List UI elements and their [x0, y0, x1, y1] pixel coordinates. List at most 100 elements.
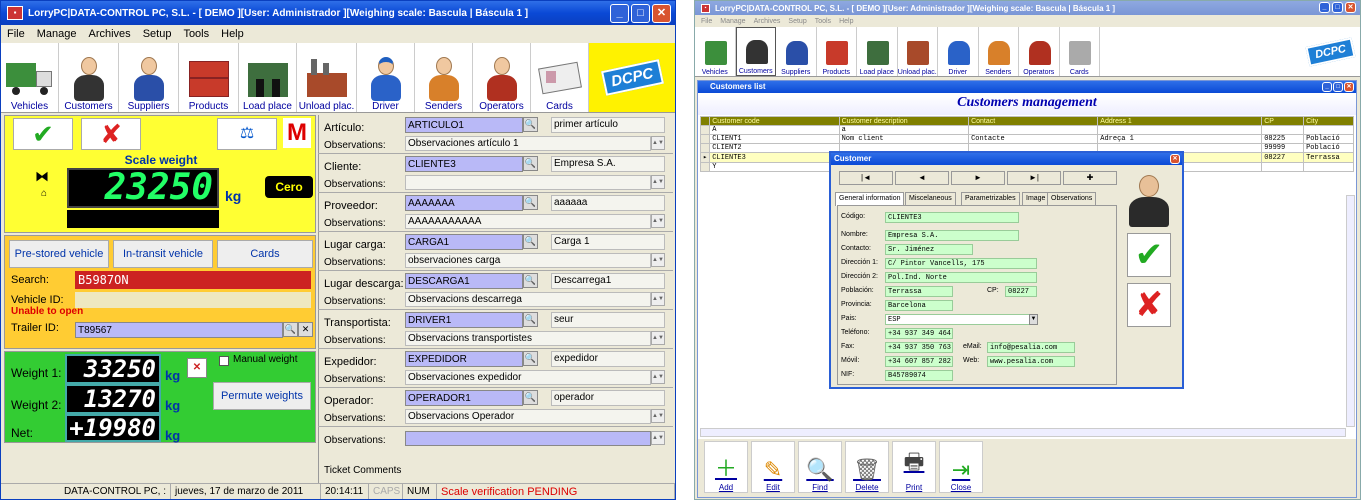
- minimize-button[interactable]: _: [610, 4, 629, 23]
- tab-3[interactable]: Image: [1022, 192, 1050, 205]
- nav-button[interactable]: ◄: [895, 171, 949, 185]
- row-selector[interactable]: [699, 134, 711, 144]
- transportista-search-icon[interactable]: 🔍: [523, 312, 538, 327]
- menu-file[interactable]: File: [7, 28, 25, 40]
- right-tool-unload-place[interactable]: Unload plac.: [898, 27, 938, 76]
- proveedor-code-input[interactable]: AAAAAAA: [405, 195, 523, 211]
- codigo-field[interactable]: CLIENTE3: [885, 212, 1019, 223]
- right-tool-driver[interactable]: Driver: [938, 27, 979, 76]
- find-button[interactable]: 🔍 Find: [798, 441, 842, 493]
- operador-code-input[interactable]: OPERADOR1: [405, 390, 523, 406]
- dialog-cancel-button[interactable]: ✘: [1127, 283, 1171, 327]
- print-button[interactable]: 🖶 Print: [892, 441, 936, 493]
- web-field[interactable]: www.pesalia.com: [987, 356, 1075, 367]
- cards-button[interactable]: Cards: [217, 240, 313, 268]
- cp-field[interactable]: 08227: [1005, 286, 1037, 297]
- tab-2[interactable]: Parametrizables: [961, 192, 1020, 205]
- search-input[interactable]: B5987ON: [75, 271, 311, 289]
- right-tool-customers[interactable]: Customers: [735, 27, 776, 76]
- nav-button[interactable]: ►|: [1007, 171, 1061, 185]
- list-maximize-button[interactable]: □: [1333, 82, 1343, 92]
- zero-button[interactable]: Cero: [265, 176, 313, 198]
- dir2-field[interactable]: Pol.Ind. Norte: [885, 272, 1037, 283]
- nav-button[interactable]: |◄: [839, 171, 893, 185]
- trailer-clear-icon[interactable]: ✕: [298, 322, 313, 337]
- right-close-button[interactable]: ✕: [1345, 2, 1356, 13]
- nav-button[interactable]: ✚: [1063, 171, 1117, 185]
- pais-field[interactable]: ESP: [885, 314, 1037, 325]
- grid-column-header[interactable]: Customer code: [709, 116, 840, 126]
- delete-button[interactable]: 🗑 Delete: [845, 441, 889, 493]
- right-tool-operators[interactable]: Operators: [1019, 27, 1060, 76]
- table-row[interactable]: Aa: [699, 125, 1354, 135]
- right-tool-load-place[interactable]: Load place: [857, 27, 898, 76]
- menu-manage[interactable]: Manage: [37, 28, 77, 40]
- lugar-carga-observations-scroll[interactable]: ▲▼: [651, 253, 665, 267]
- articulo-code-input[interactable]: ARTICULO1: [405, 117, 523, 133]
- table-row[interactable]: CLIENT1 Nom client Contacte Adreça 1 08225 Po…: [699, 134, 1354, 144]
- trailer-id-input[interactable]: T89567: [75, 322, 283, 338]
- transportista-code-input[interactable]: DRIVER1: [405, 312, 523, 328]
- articulo-observations-input[interactable]: Observaciones artículo 1: [405, 136, 651, 151]
- pais-dropdown-icon[interactable]: ▼: [1029, 314, 1038, 325]
- lugar-carga-observations-input[interactable]: observaciones carga: [405, 253, 651, 268]
- scale-icon[interactable]: ⚖: [217, 118, 277, 150]
- tool-load-place[interactable]: Load place: [239, 43, 297, 112]
- accept-button[interactable]: ✔: [13, 118, 73, 150]
- maximize-button[interactable]: □: [631, 4, 650, 23]
- list-minimize-button[interactable]: _: [1322, 82, 1332, 92]
- transportista-observations-scroll[interactable]: ▲▼: [651, 331, 665, 345]
- grid-scrollbar[interactable]: [700, 428, 1346, 437]
- cancel-button[interactable]: ✘: [81, 118, 141, 150]
- row-selector[interactable]: [699, 125, 711, 135]
- add-button[interactable]: ＋ Add: [704, 441, 748, 493]
- lugar-descarga-observations-scroll[interactable]: ▲▼: [651, 292, 665, 306]
- grid-column-header[interactable]: CP: [1261, 116, 1305, 126]
- cliente-observations-scroll[interactable]: ▲▼: [651, 175, 665, 189]
- right-maximize-button[interactable]: □: [1332, 2, 1343, 13]
- menu-tools[interactable]: Tools: [183, 28, 209, 40]
- grid-column-header[interactable]: City: [1303, 116, 1354, 126]
- movil-field[interactable]: +34 607 857 282: [885, 356, 953, 367]
- articulo-search-icon[interactable]: 🔍: [523, 117, 538, 132]
- right-tool-suppliers[interactable]: Suppliers: [776, 27, 817, 76]
- expedidor-code-input[interactable]: EXPEDIDOR: [405, 351, 523, 367]
- right-menu-help[interactable]: Help: [839, 18, 853, 25]
- expedidor-observations-scroll[interactable]: ▲▼: [651, 370, 665, 384]
- final-observations-scroll[interactable]: ▲▼: [651, 431, 665, 445]
- proveedor-observations-input[interactable]: AAAAAAAAAAA: [405, 214, 651, 229]
- right-menu-tools[interactable]: Tools: [815, 18, 831, 25]
- customer-dialog-close[interactable]: ✕: [1170, 154, 1180, 164]
- close-button[interactable]: ⇥ Close: [939, 441, 983, 493]
- vehicle-id-field[interactable]: [75, 292, 311, 308]
- right-menu-archives[interactable]: Archives: [754, 18, 781, 25]
- grid-column-header[interactable]: Customer description: [838, 116, 970, 126]
- articulo-observations-scroll[interactable]: ▲▼: [651, 136, 665, 150]
- tab-4[interactable]: Observations: [1047, 192, 1097, 205]
- lugar-carga-code-input[interactable]: CARGA1: [405, 234, 523, 250]
- cliente-search-icon[interactable]: 🔍: [523, 156, 538, 171]
- right-tool-products[interactable]: Products: [817, 27, 857, 76]
- lugar-carga-search-icon[interactable]: 🔍: [523, 234, 538, 249]
- lugar-descarga-observations-input[interactable]: Observacions descarrega: [405, 292, 651, 307]
- grid-column-header[interactable]: Contact: [968, 116, 1099, 126]
- expedidor-search-icon[interactable]: 🔍: [523, 351, 538, 366]
- right-tool-cards[interactable]: Cards: [1060, 27, 1100, 76]
- menu-help[interactable]: Help: [221, 28, 244, 40]
- lugar-descarga-code-input[interactable]: DESCARGA1: [405, 273, 523, 289]
- right-menu-manage[interactable]: Manage: [720, 18, 745, 25]
- final-observations-input[interactable]: [405, 431, 651, 446]
- menu-archives[interactable]: Archives: [89, 28, 131, 40]
- manual-weight-checkbox[interactable]: [219, 356, 229, 366]
- cliente-observations-input[interactable]: [405, 175, 651, 190]
- right-menu-setup[interactable]: Setup: [788, 18, 806, 25]
- lugar-descarga-search-icon[interactable]: 🔍: [523, 273, 538, 288]
- operador-observations-input[interactable]: Observacions Operador: [405, 409, 651, 424]
- tool-suppliers[interactable]: Suppliers: [119, 43, 179, 112]
- tab-0[interactable]: General information: [835, 192, 905, 206]
- fax-field[interactable]: +34 937 350 763: [885, 342, 953, 353]
- tool-driver[interactable]: Driver: [357, 43, 415, 112]
- dialog-accept-button[interactable]: ✔: [1127, 233, 1171, 277]
- tool-senders[interactable]: Senders: [415, 43, 473, 112]
- row-selector[interactable]: [699, 162, 711, 172]
